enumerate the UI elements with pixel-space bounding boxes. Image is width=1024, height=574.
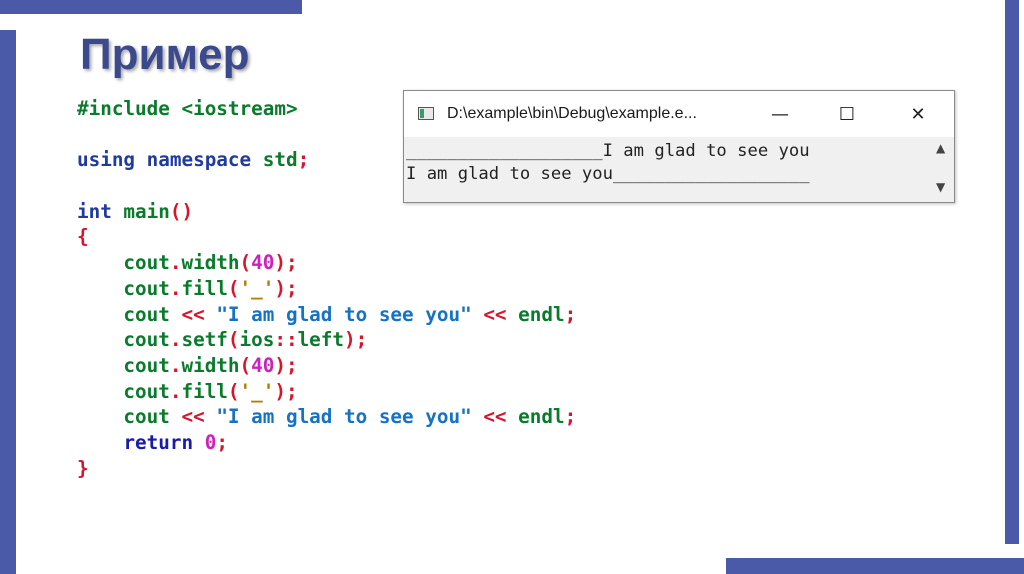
code-token: int xyxy=(77,199,112,223)
vertical-scrollbar[interactable]: ▲ ▼ xyxy=(931,137,954,202)
console-window[interactable]: D:\example\bin\Debug\example.e... — ☐ ✕ … xyxy=(403,90,955,203)
code-token: . xyxy=(169,353,182,377)
console-output-line: I am glad to see you___________________ xyxy=(406,164,810,184)
code-token: << xyxy=(483,302,507,326)
code-token: using xyxy=(77,148,136,172)
console-titlebar[interactable]: D:\example\bin\Debug\example.e... — ☐ ✕ xyxy=(404,91,954,137)
code-token: . xyxy=(169,251,182,275)
code-token: . xyxy=(169,379,182,403)
console-output[interactable]: ___________________I am glad to see you … xyxy=(404,137,932,202)
code-token: ( xyxy=(239,251,252,275)
minimize-button[interactable]: — xyxy=(760,103,800,127)
code-token: ; xyxy=(216,430,228,454)
code-token: cout xyxy=(77,276,170,300)
code-token: ); xyxy=(344,328,368,352)
console-window-title: D:\example\bin\Debug\example.e... xyxy=(447,105,697,122)
code-token: width xyxy=(181,353,240,377)
code-token: left xyxy=(297,328,345,352)
code-token: "I am glad to see you" xyxy=(216,302,472,326)
code-token: fill xyxy=(181,379,228,403)
code-token: '_' xyxy=(239,379,275,403)
code-token: std xyxy=(251,148,298,172)
code-token: 0 xyxy=(204,430,217,454)
code-line: cout.fill('_'); xyxy=(77,276,576,302)
code-token: ios xyxy=(239,328,275,352)
code-token: ; xyxy=(564,302,577,326)
code-token: . xyxy=(169,276,182,300)
code-line: cout.width(40); xyxy=(77,250,576,276)
code-token: ; xyxy=(564,405,577,429)
decor-bar-right xyxy=(1005,0,1019,544)
code-token: return xyxy=(123,430,194,454)
code-token: setf xyxy=(181,328,228,352)
code-token: fill xyxy=(181,276,228,300)
code-line: cout << "I am glad to see you" << endl; xyxy=(77,404,576,430)
code-token: } xyxy=(77,456,89,480)
code-token: cout xyxy=(77,353,170,377)
code-token: cout xyxy=(77,251,170,275)
code-token: endl xyxy=(506,405,565,429)
decor-bar-bottom xyxy=(726,558,1024,574)
code-line: cout.width(40); xyxy=(77,353,576,379)
code-token: ; xyxy=(297,148,310,172)
code-token: ( xyxy=(227,328,240,352)
scroll-up-icon[interactable]: ▲ xyxy=(936,141,945,155)
decor-bar-left xyxy=(0,30,16,574)
console-app-icon xyxy=(418,107,434,120)
code-token: cout xyxy=(77,328,170,352)
code-line: cout.fill('_'); xyxy=(77,379,576,405)
code-token: main xyxy=(111,199,170,223)
code-token: cout xyxy=(77,379,170,403)
scroll-down-icon[interactable]: ▼ xyxy=(936,180,945,194)
code-line: { xyxy=(77,224,576,250)
code-token: '_' xyxy=(239,276,275,300)
code-line: } xyxy=(77,456,576,482)
code-token: #include <iostream> xyxy=(77,97,298,120)
code-token: width xyxy=(181,251,240,275)
code-token: namespace xyxy=(146,148,252,172)
code-token: ); xyxy=(274,276,298,300)
code-token: { xyxy=(77,225,89,249)
code-token: ); xyxy=(274,379,298,403)
code-token: ( xyxy=(239,353,252,377)
code-token: ( xyxy=(227,276,240,300)
code-token: << xyxy=(181,302,205,326)
code-token: endl xyxy=(506,302,565,326)
code-token: cout xyxy=(77,405,182,429)
decor-bar-top xyxy=(0,0,302,14)
code-token: << xyxy=(181,405,205,429)
code-token: ( xyxy=(227,379,240,403)
code-token: ); xyxy=(274,353,298,377)
maximize-button[interactable]: ☐ xyxy=(827,103,867,127)
code-line: return 0; xyxy=(77,430,576,456)
code-line: cout.setf(ios::left); xyxy=(77,327,576,353)
slide-title: Пример xyxy=(80,30,250,79)
code-token: cout xyxy=(77,302,182,326)
code-token: << xyxy=(483,405,507,429)
code-token: . xyxy=(169,328,182,352)
code-token: () xyxy=(169,199,194,223)
code-token: "I am glad to see you" xyxy=(216,405,472,429)
code-token: 40 xyxy=(251,353,275,377)
code-token: :: xyxy=(274,328,298,352)
console-output-line: ___________________I am glad to see you xyxy=(406,141,810,161)
close-button[interactable]: ✕ xyxy=(898,103,938,127)
code-token: ); xyxy=(274,251,298,275)
code-line: cout << "I am glad to see you" << endl; xyxy=(77,302,576,328)
code-token: 40 xyxy=(251,251,275,275)
